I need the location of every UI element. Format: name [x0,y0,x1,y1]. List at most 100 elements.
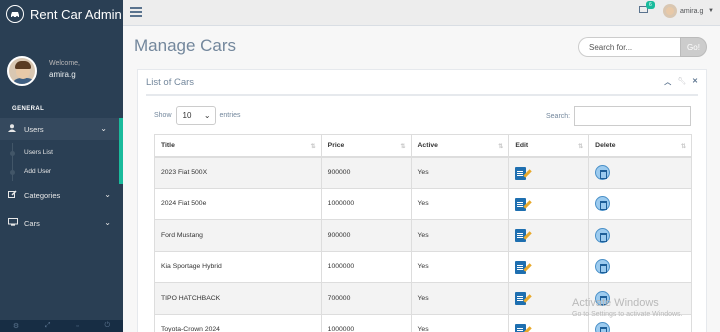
page-title: Manage Cars [134,36,237,55]
edit-icon[interactable] [515,290,533,306]
delete-icon[interactable] [595,259,611,275]
column-header-active[interactable]: Active ⇅ [410,134,510,158]
panel-toolbox: ︿ 🔧︎ ✕ [664,77,698,87]
cell-title: Ford Mustang [154,219,322,252]
table-row: Ford Mustang 900000 Yes [154,219,692,252]
cell-title: 2024 Fiat 500e [154,187,322,220]
edit-icon[interactable] [515,227,533,243]
chevron-down-icon: ⌄ [203,111,211,120]
sidebar-footer: ⚙ ⤢ ▫ ⏻ [0,320,123,332]
profile-username: amira.g [49,69,76,79]
submenu-item-users-list[interactable]: Users List [0,143,119,162]
avatar [7,56,37,86]
search-label: Search: [546,112,571,120]
cell-active: Yes [410,156,510,189]
column-header-edit[interactable]: Edit ⇅ [508,134,590,158]
column-header-delete[interactable]: Delete ⇅ [588,134,692,158]
entries-label: entries [219,112,241,119]
top-username[interactable]: amira.g [680,8,703,15]
watermark-line-2: Go to Settings to activate Windows. [572,311,683,318]
notification-badge: 6 [646,1,655,9]
table-search: Search: [546,106,692,126]
top-navbar: 6 amira.g ▼ [123,0,720,26]
column-header-price[interactable]: Price ⇅ [320,134,412,158]
sort-icon: ⇅ [680,144,686,150]
cell-price: 700000 [320,282,412,315]
users-submenu: Users List Add User [0,140,123,184]
sidebar: Rent Car Admin Welcome, amira.g GENERAL … [0,0,123,332]
edit-icon [8,190,20,200]
table-search-input[interactable] [574,106,692,126]
edit-icon[interactable] [515,322,533,332]
chevron-down-icon: ⌄ [104,218,111,227]
sort-icon: ⇅ [578,144,584,150]
table-row: 2023 Fiat 500X 900000 Yes [154,156,692,189]
close-icon[interactable]: ✕ [692,77,698,87]
cell-title: Kia Sportage Hybrid [154,250,322,283]
header-search-input[interactable] [578,37,680,57]
sidebar-item-label: Users [24,124,44,134]
sort-icon: ⇅ [498,144,504,150]
sidebar-item-label: Cars [24,218,40,228]
edit-icon[interactable] [515,165,533,181]
entries-value: 10 [182,111,192,120]
logout-icon[interactable]: ⏻ [105,322,111,330]
show-label: Show [154,112,172,119]
watermark-line-1: Activate Windows [572,297,659,309]
section-label-general: GENERAL [12,106,45,112]
entries-select[interactable]: 10 ⌄ [175,106,216,125]
collapse-icon[interactable]: ︿ [664,77,671,87]
cell-active: Yes [410,219,510,252]
top-avatar[interactable] [663,4,677,18]
cell-price: 1000000 [320,187,412,220]
header-search: Go! [578,37,707,57]
menu-toggle-icon[interactable] [130,7,142,17]
lock-icon[interactable]: ▫ [76,323,78,330]
edit-icon[interactable] [515,196,533,212]
chevron-down-icon: ⌄ [100,124,107,133]
sort-icon: ⇅ [310,144,316,150]
panel-header: List of Cars ︿ 🔧︎ ✕ [146,70,698,96]
sidebar-item-cars[interactable]: Cars ⌄ [0,212,123,234]
settings-icon[interactable]: ⚙ [13,322,19,330]
submenu-item-add-user[interactable]: Add User [0,162,119,181]
sidebar-item-users[interactable]: Users ⌄ [0,118,123,140]
wrench-icon[interactable]: 🔧︎ [677,77,686,87]
cell-active: Yes [410,313,510,332]
chevron-down-icon: ⌄ [104,190,111,199]
desktop-icon [8,218,20,228]
sidebar-item-label: Categories [24,190,61,200]
table-row: 2024 Fiat 500e 1000000 Yes [154,187,692,220]
cell-title: Toyota-Crown 2024 [154,313,322,332]
cell-price: 1000000 [320,313,412,332]
profile: Welcome, amira.g [0,28,123,104]
table-row: Kia Sportage Hybrid 1000000 Yes [154,250,692,283]
edit-icon[interactable] [515,259,533,275]
caret-down-icon[interactable]: ▼ [708,8,714,14]
car-logo-icon [6,5,24,23]
user-icon [8,124,20,134]
windows-activation-watermark: Activate Windows Go to Settings to activ… [572,297,683,318]
cell-title: 2023 Fiat 500X [154,156,322,189]
cell-title: TIPO HATCHBACK [154,282,322,315]
fullscreen-icon[interactable]: ⤢ [45,322,51,330]
brand[interactable]: Rent Car Admin [0,0,123,28]
delete-icon[interactable] [595,196,611,212]
delete-icon[interactable] [595,322,611,332]
cell-active: Yes [410,250,510,283]
go-button[interactable]: Go! [680,37,707,57]
cell-price: 900000 [320,156,412,189]
cell-active: Yes [410,187,510,220]
sort-icon: ⇅ [400,144,406,150]
entries-control: Show 10 ⌄ entries [154,106,241,125]
panel-title: List of Cars [146,76,195,88]
cell-active: Yes [410,282,510,315]
brand-title: Rent Car Admin [30,6,122,22]
column-header-title[interactable]: Title ⇅ [154,134,322,158]
welcome-text: Welcome, [49,59,80,67]
cell-price: 1000000 [320,250,412,283]
delete-icon[interactable] [595,227,611,243]
sidebar-item-categories[interactable]: Categories ⌄ [0,184,123,206]
cell-price: 900000 [320,219,412,252]
delete-icon[interactable] [595,165,611,180]
